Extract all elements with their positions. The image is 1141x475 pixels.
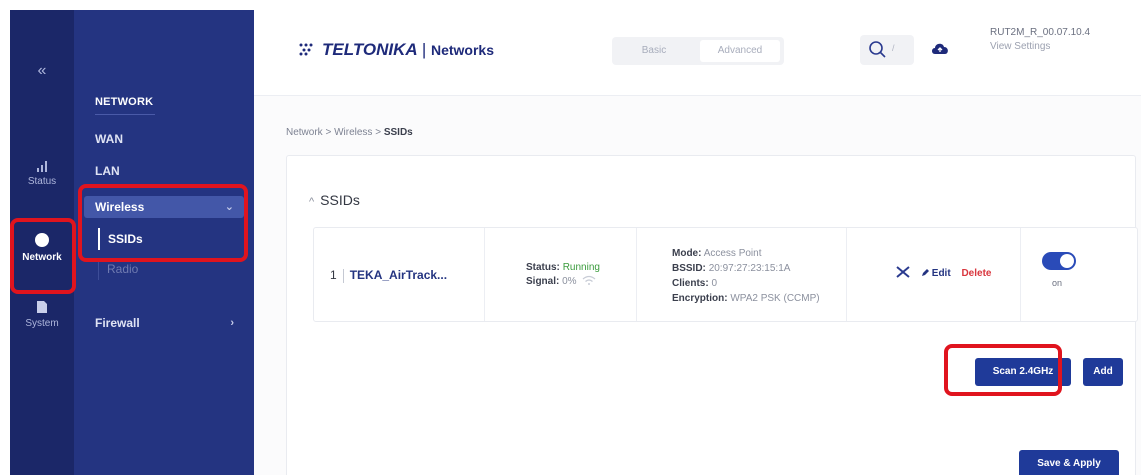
bssid-value: 20:97:27:23:15:1A — [708, 263, 791, 274]
main-content: TELTONIKA | Networks Basic Advanced / RU… — [254, 10, 1141, 475]
brand-name: TELTONIKA — [322, 40, 418, 59]
rail-item-label: System — [25, 318, 59, 329]
ssid-name: TEKA_AirTrack... — [349, 268, 448, 282]
nav-item-firewall[interactable]: Firewall › — [84, 312, 244, 334]
teltonika-logo-icon — [299, 43, 313, 56]
nav-item-label: Firewall — [95, 316, 140, 330]
wifi-icon — [582, 275, 596, 285]
edit-label: Edit — [931, 268, 951, 279]
breadcrumb-separator: > — [325, 127, 332, 138]
ssid-index: 1 — [330, 268, 337, 282]
ssid-details: Mode: Access Point BSSID: 20:97:27:23:15… — [672, 246, 820, 306]
encryption-value: WPA2 PSK (CCMP) — [730, 293, 820, 304]
ssids-card: ^ SSIDs 1 TEKA_AirTrack... Status: Running… — [286, 155, 1138, 475]
save-apply-button[interactable]: Save & Apply — [1019, 450, 1119, 475]
bssid-label: BSSID: — [672, 263, 706, 274]
highlight-scan-button — [944, 344, 1062, 396]
encryption-label: Encryption: — [672, 293, 728, 304]
mode-switch: Basic Advanced — [612, 37, 784, 65]
clients-label: Clients: — [672, 278, 709, 289]
nav-title-underline — [95, 114, 155, 115]
top-bar: TELTONIKA | Networks Basic Advanced / RU… — [254, 10, 1141, 96]
ssid-enable-toggle[interactable] — [1042, 252, 1076, 270]
section-title: SSIDs — [320, 192, 360, 208]
firmware-info: RUT2M_R_00.07.10.4 View Settings — [990, 26, 1090, 54]
rail-item-status[interactable]: Status — [10, 160, 74, 187]
tools-icon[interactable] — [896, 266, 910, 278]
ssid-status: Status: Running Signal: 0% — [526, 261, 600, 289]
breadcrumb: Network > Wireless > SSIDs — [286, 127, 413, 138]
collapse-icon[interactable]: « — [20, 62, 64, 80]
toggle-knob — [1060, 254, 1074, 268]
row-actions: Edit Delete — [896, 266, 991, 279]
pencil-icon — [921, 269, 929, 276]
rail-item-label: Status — [27, 176, 57, 187]
breadcrumb-network[interactable]: Network — [286, 127, 323, 138]
brand-separator: | — [421, 40, 427, 59]
status-label: Status: — [526, 262, 560, 273]
search-button[interactable]: / — [860, 35, 914, 65]
cloud-icon[interactable] — [930, 40, 950, 56]
breadcrumb-wireless[interactable]: Wireless — [334, 127, 372, 138]
ssid-index-name: 1 TEKA_AirTrack... — [330, 268, 447, 283]
breadcrumb-current: SSIDs — [383, 127, 413, 138]
table-row: 1 TEKA_AirTrack... Status: Running Signal… — [313, 227, 1138, 322]
nav-title: NETWORK — [95, 96, 154, 108]
nav-item-lan[interactable]: LAN — [84, 160, 244, 182]
chevron-up-icon: ^ — [309, 196, 315, 208]
nav-item-wan[interactable]: WAN — [84, 128, 244, 150]
document-icon — [37, 301, 47, 313]
highlight-network — [10, 218, 76, 294]
mode-value: Access Point — [703, 248, 762, 259]
search-icon — [869, 41, 886, 58]
rail-item-system[interactable]: System — [10, 300, 74, 329]
ssids-section-toggle[interactable]: ^ SSIDs — [309, 192, 360, 208]
toggle-label: on — [1052, 278, 1063, 288]
mode-basic-button[interactable]: Basic — [616, 40, 692, 62]
delete-button[interactable]: Delete — [961, 268, 991, 279]
mode-label: Mode: — [672, 248, 702, 259]
mode-advanced-button[interactable]: Advanced — [700, 40, 780, 62]
brand-logo[interactable]: TELTONIKA | Networks — [298, 40, 494, 60]
signal-icon — [37, 161, 47, 172]
search-shortcut: / — [892, 43, 895, 53]
view-settings-link[interactable]: View Settings — [990, 40, 1090, 54]
edit-button[interactable]: Edit — [921, 268, 954, 279]
add-button[interactable]: Add — [1083, 358, 1123, 386]
status-value: Running — [562, 262, 600, 273]
clients-value: 0 — [711, 278, 718, 289]
signal-label: Signal: — [526, 276, 560, 287]
breadcrumb-separator: > — [375, 127, 382, 138]
highlight-wireless-ssids — [78, 184, 248, 262]
chevron-right-icon: › — [230, 317, 234, 329]
firmware-version: RUT2M_R_00.07.10.4 — [990, 27, 1091, 38]
app-window: « Status Network System NETWORK WAN LAN … — [0, 0, 1141, 475]
signal-value: 0% — [562, 276, 577, 287]
brand-suffix: Networks — [430, 42, 494, 58]
